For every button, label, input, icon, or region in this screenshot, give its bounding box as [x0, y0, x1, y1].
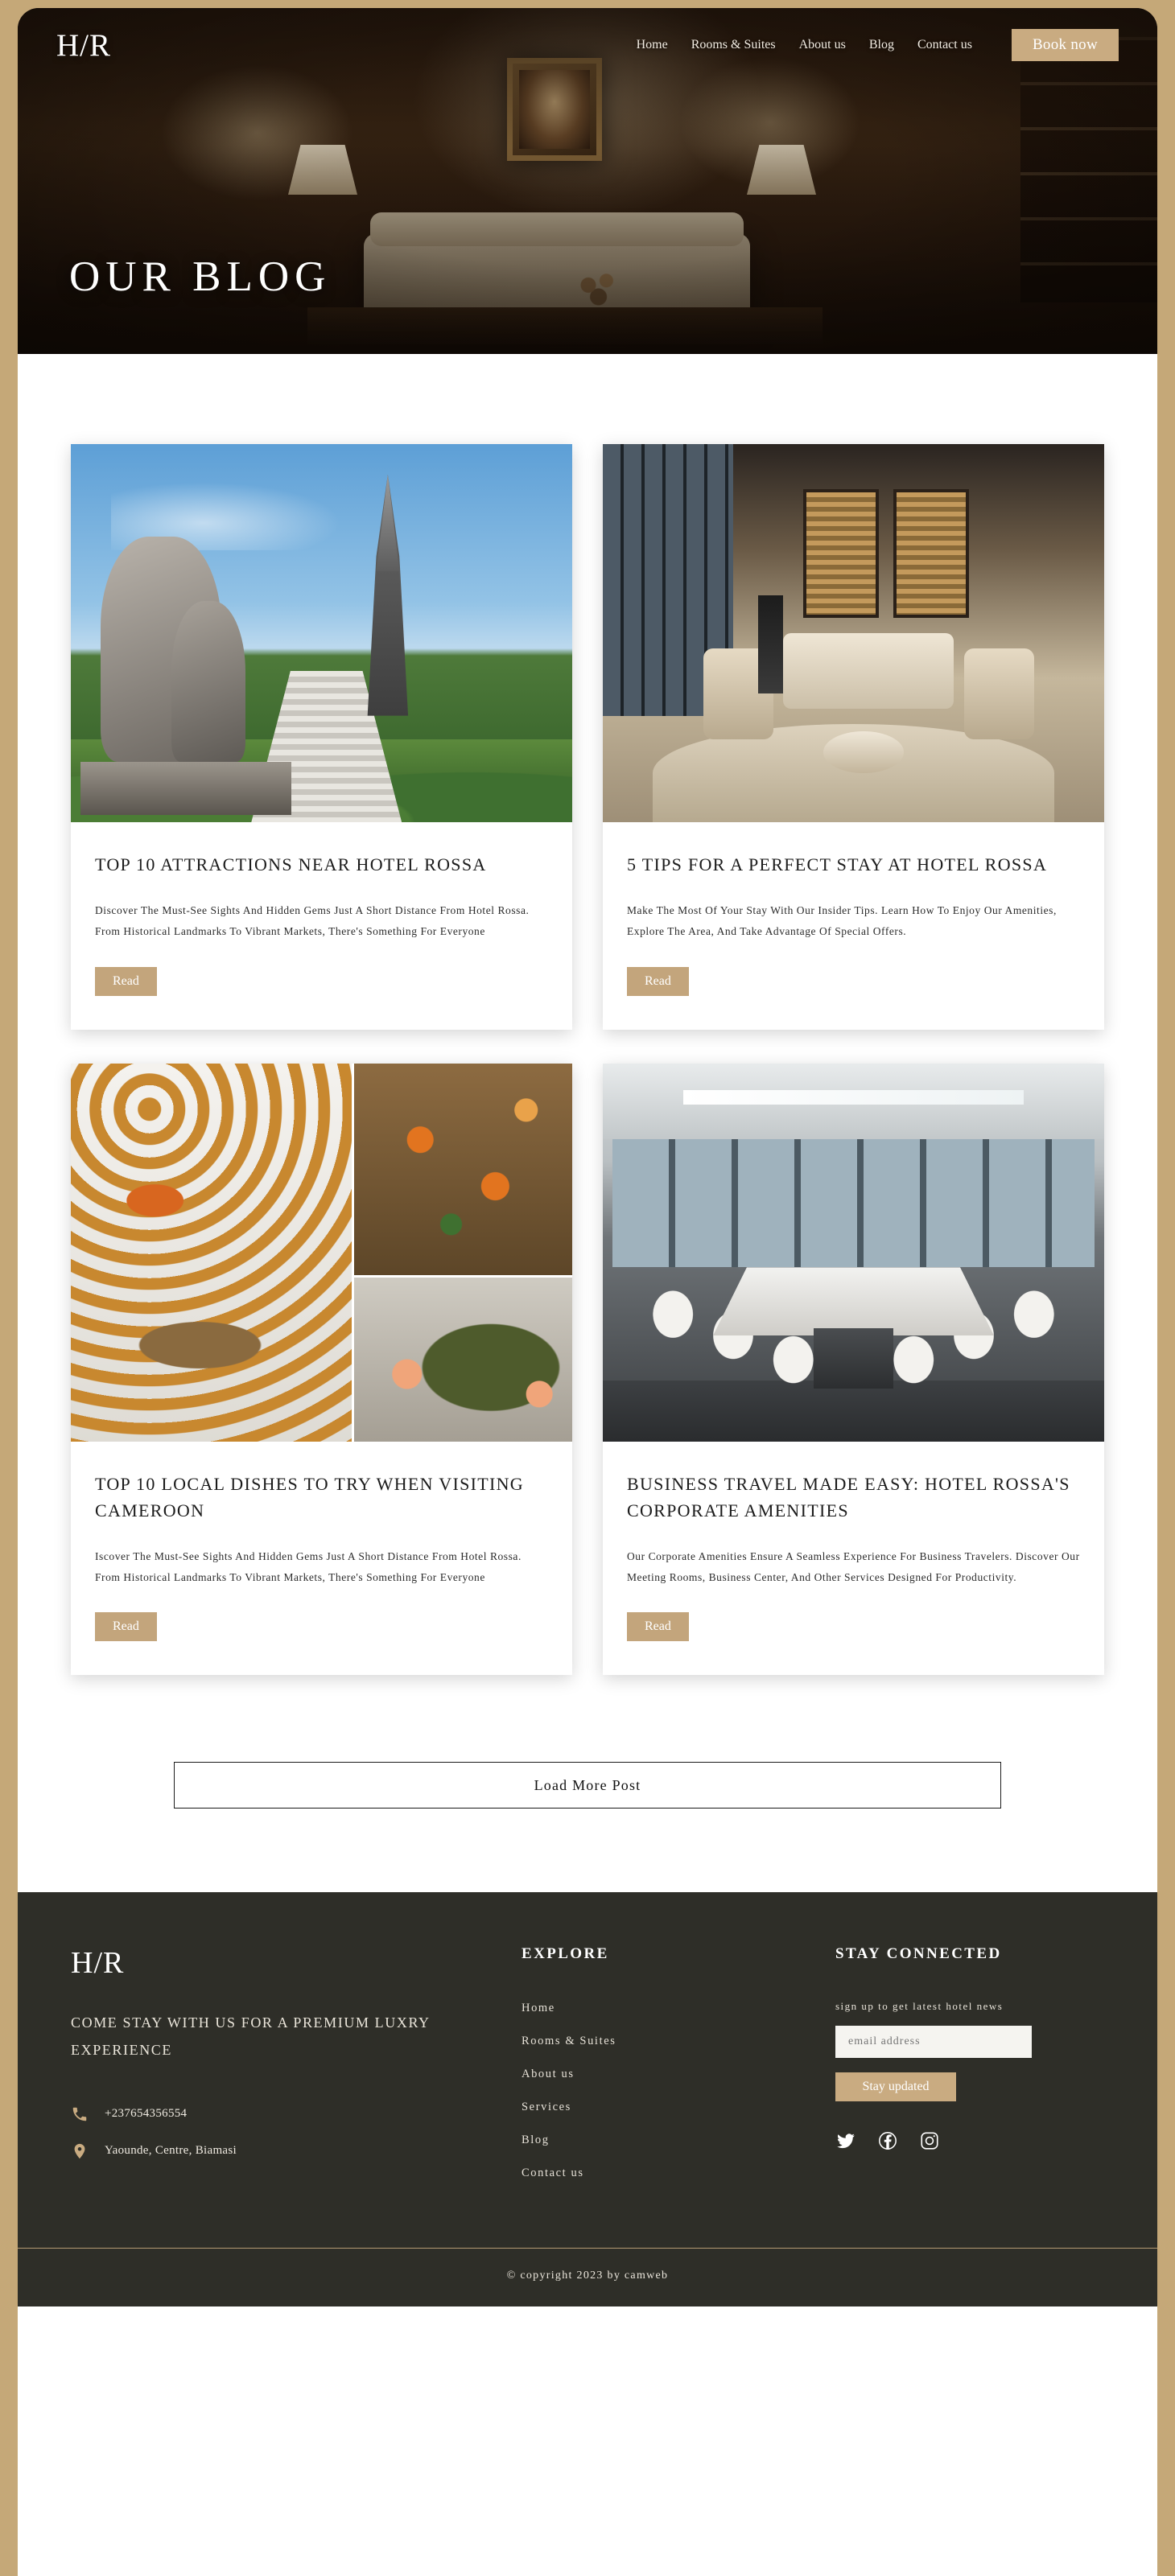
- footer-brand-column: H/R COME STAY WITH US FOR A PREMIUM LUXR…: [71, 1945, 522, 2199]
- footer-phone-text: +237654356554: [105, 2107, 188, 2121]
- blog-card-excerpt: Discover The Must-See Sights And Hidden …: [95, 904, 530, 938]
- footer-address-row[interactable]: Yaounde, Centre, Biamasi: [71, 2142, 522, 2160]
- blog-card-body: BUSINESS TRAVEL MADE EASY: HOTEL ROSSA'S…: [603, 1442, 1104, 1676]
- footer-explore-column: EXPLORE Home Rooms & Suites About us Ser…: [522, 1945, 835, 2199]
- social-links: [835, 2130, 1104, 2151]
- read-button[interactable]: Read: [627, 966, 689, 996]
- footer-stay-heading: STAY CONNECTED: [835, 1945, 1002, 1963]
- footer-link-rooms-suites[interactable]: Rooms & Suites: [522, 2035, 835, 2048]
- top-navigation-bar: H/R Home Rooms & Suites About us Blog Co…: [18, 8, 1157, 82]
- copyright-bar: © copyright 2023 by camweb: [18, 2248, 1157, 2306]
- twitter-icon[interactable]: [835, 2130, 856, 2151]
- blog-card-body: TOP 10 LOCAL DISHES TO TRY WHEN VISITING…: [71, 1442, 572, 1676]
- location-pin-icon: [71, 2142, 89, 2160]
- blog-card-image: [71, 444, 572, 822]
- footer-link-home[interactable]: Home: [522, 2002, 835, 2015]
- stay-updated-button[interactable]: Stay updated: [835, 2072, 956, 2102]
- nav-item-contact-us[interactable]: Contact us: [917, 38, 972, 52]
- load-more-area: Load More Post: [71, 1675, 1104, 1809]
- footer-logo: H/R: [71, 1946, 125, 1981]
- blog-card-image: [603, 1063, 1104, 1442]
- blog-card-excerpt: Our Corporate Amenities Ensure A Seamles…: [627, 1549, 1080, 1583]
- blog-card-title: 5 TIPS FOR A PERFECT STAY AT HOTEL ROSSA: [627, 854, 1048, 874]
- instagram-icon[interactable]: [919, 2130, 940, 2151]
- nav-item-blog[interactable]: Blog: [869, 38, 894, 52]
- footer-link-services[interactable]: Services: [522, 2101, 835, 2114]
- blog-card-excerpt: Make The Most Of Your Stay With Our Insi…: [627, 904, 1057, 938]
- blog-card-excerpt: Iscover The Must-See Sights And Hidden G…: [95, 1549, 522, 1583]
- blog-section: TOP 10 ATTRACTIONS NEAR HOTEL ROSSA Disc…: [18, 354, 1157, 1809]
- blog-card[interactable]: BUSINESS TRAVEL MADE EASY: HOTEL ROSSA'S…: [603, 1063, 1104, 1676]
- blog-card-body: TOP 10 ATTRACTIONS NEAR HOTEL ROSSA Disc…: [71, 822, 572, 1030]
- blog-card[interactable]: TOP 10 ATTRACTIONS NEAR HOTEL ROSSA Disc…: [71, 444, 572, 1030]
- read-button[interactable]: Read: [95, 966, 157, 996]
- page-frame: H/R Home Rooms & Suites About us Blog Co…: [18, 8, 1157, 2576]
- page-title: OUR BLOG: [69, 253, 332, 300]
- phone-icon: [71, 2105, 89, 2123]
- facebook-icon[interactable]: [877, 2130, 898, 2151]
- footer-address-text: Yaounde, Centre, Biamasi: [105, 2144, 237, 2158]
- read-button[interactable]: Read: [95, 1612, 157, 1642]
- footer-contact-list: +237654356554 Yaounde, Centre, Biamasi: [71, 2105, 522, 2160]
- footer-explore-links: Home Rooms & Suites About us Services Bl…: [522, 2002, 835, 2180]
- blog-card-title: TOP 10 ATTRACTIONS NEAR HOTEL ROSSA: [95, 854, 487, 874]
- footer-link-blog[interactable]: Blog: [522, 2134, 835, 2147]
- blog-card-image: [71, 1063, 572, 1442]
- blog-card[interactable]: 5 TIPS FOR A PERFECT STAY AT HOTEL ROSSA…: [603, 444, 1104, 1030]
- footer-link-contact-us[interactable]: Contact us: [522, 2167, 835, 2180]
- blog-card-title: TOP 10 LOCAL DISHES TO TRY WHEN VISITING…: [95, 1473, 524, 1520]
- nav-item-about-us[interactable]: About us: [799, 38, 846, 52]
- blog-card-title: BUSINESS TRAVEL MADE EASY: HOTEL ROSSA'S…: [627, 1473, 1070, 1520]
- footer-stay-connected-column: STAY CONNECTED sign up to get latest hot…: [835, 1945, 1104, 2199]
- read-button[interactable]: Read: [627, 1612, 689, 1642]
- load-more-post-button[interactable]: Load More Post: [174, 1762, 1001, 1809]
- nav-item-home[interactable]: Home: [637, 38, 668, 52]
- nav-links: Home Rooms & Suites About us Blog Contac…: [637, 29, 1119, 61]
- newsletter-email-input[interactable]: [835, 2026, 1032, 2059]
- footer-explore-heading: EXPLORE: [522, 1945, 609, 1963]
- footer-phone-row[interactable]: +237654356554: [71, 2105, 522, 2123]
- blog-post-grid: TOP 10 ATTRACTIONS NEAR HOTEL ROSSA Disc…: [71, 444, 1104, 1676]
- blog-card-body: 5 TIPS FOR A PERFECT STAY AT HOTEL ROSSA…: [603, 822, 1104, 1030]
- site-footer: H/R COME STAY WITH US FOR A PREMIUM LUXR…: [18, 1892, 1157, 2307]
- hero-banner: H/R Home Rooms & Suites About us Blog Co…: [18, 8, 1157, 354]
- blog-card[interactable]: TOP 10 LOCAL DISHES TO TRY WHEN VISITING…: [71, 1063, 572, 1676]
- nav-item-rooms-suites[interactable]: Rooms & Suites: [691, 38, 776, 52]
- newsletter-subtitle: sign up to get latest hotel news: [835, 2000, 1004, 2013]
- footer-tagline: COME STAY WITH US FOR A PREMIUM LUXRY EX…: [71, 2014, 430, 2058]
- brand-logo[interactable]: H/R: [56, 30, 111, 61]
- book-now-button[interactable]: Book now: [1011, 29, 1119, 61]
- footer-link-about-us[interactable]: About us: [522, 2068, 835, 2081]
- blog-card-image: [603, 444, 1104, 822]
